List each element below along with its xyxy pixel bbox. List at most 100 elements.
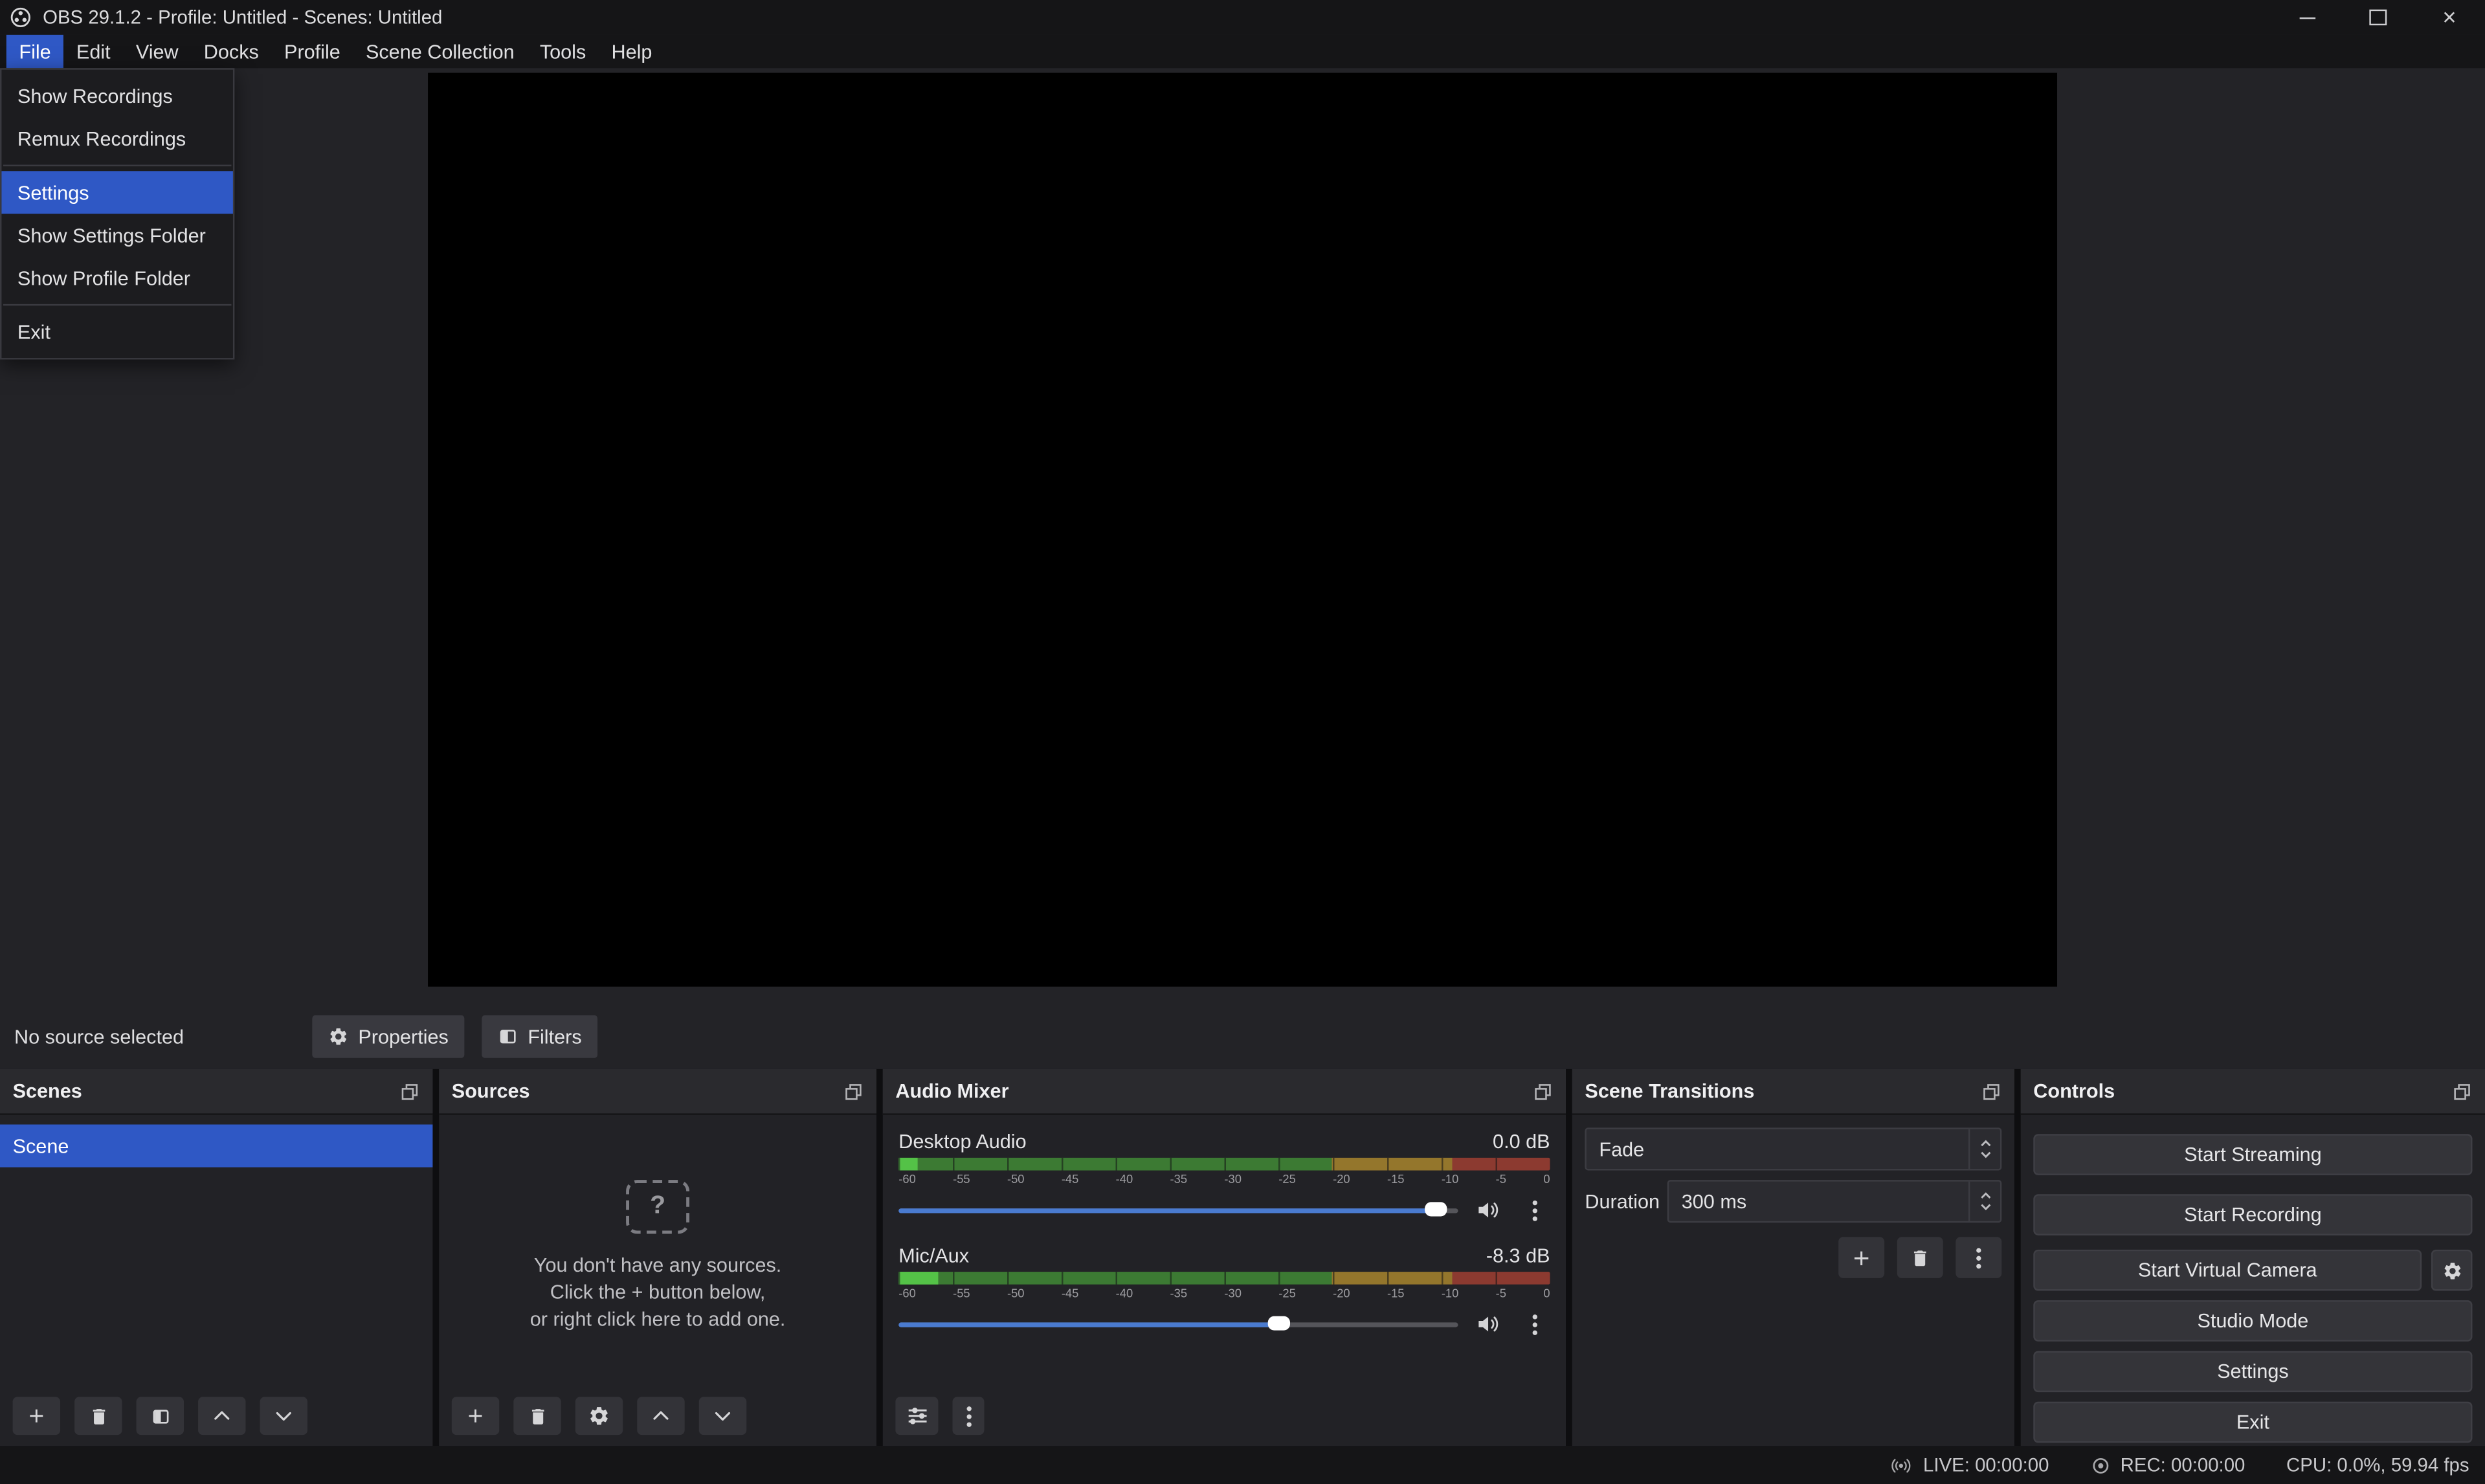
file-menu-item-show-recordings[interactable]: Show Recordings	[1, 74, 232, 117]
remove-source-button[interactable]	[513, 1397, 561, 1435]
sources-empty-area[interactable]: ? You don't have any sources. Click the …	[439, 1115, 876, 1397]
start-streaming-button[interactable]: Start Streaming	[2033, 1134, 2472, 1175]
mute-button[interactable]	[1473, 1308, 1504, 1340]
move-scene-up-button[interactable]	[198, 1397, 245, 1435]
add-scene-button[interactable]	[13, 1397, 60, 1435]
menu-item-docks[interactable]: Docks	[191, 35, 271, 68]
spin-down-button[interactable]	[1979, 1202, 1992, 1212]
start-virtual-camera-button[interactable]: Start Virtual Camera	[2033, 1250, 2422, 1291]
studio-mode-button[interactable]: Studio Mode	[2033, 1300, 2472, 1342]
vertical-dots-icon	[1976, 1255, 1981, 1259]
scene-transitions-panel-header[interactable]: Scene Transitions	[1572, 1069, 2014, 1115]
sources-panel-header[interactable]: Sources	[439, 1069, 876, 1115]
popout-icon	[399, 1081, 420, 1102]
minimize-button[interactable]	[2271, 0, 2343, 35]
scenes-toolbar	[0, 1397, 432, 1446]
tick-label: -55	[953, 1172, 970, 1186]
transition-menu-button[interactable]	[1956, 1237, 2001, 1278]
maximize-button[interactable]	[2343, 0, 2414, 35]
tick-label: -60	[898, 1172, 916, 1186]
tick-label: -30	[1224, 1286, 1242, 1300]
tick-label: -10	[1442, 1286, 1459, 1300]
plus-icon	[464, 1405, 486, 1427]
file-menu-item-remux-recordings[interactable]: Remux Recordings	[1, 117, 232, 160]
sources-empty-text: Click the + button below,	[550, 1279, 766, 1306]
slider-handle[interactable]	[1425, 1202, 1447, 1216]
slider-handle[interactable]	[1268, 1316, 1290, 1331]
popout-icon	[2452, 1081, 2473, 1102]
mixer-channel-desktop-audio: Desktop Audio 0.0 dB -60-55-50-45-40-35-…	[898, 1127, 1550, 1224]
panel-title: Audio Mixer	[895, 1080, 1008, 1102]
mixer-channel-mic-aux: Mic/Aux -8.3 dB -60-55-50-45-40-35-30-25…	[898, 1242, 1550, 1338]
tick-label: -20	[1333, 1172, 1350, 1186]
volume-meter	[898, 1158, 1550, 1171]
channel-menu-button[interactable]	[1519, 1308, 1550, 1340]
controls-panel: Controls Start Streaming Start Recording…	[2021, 1069, 2485, 1446]
scenes-panel-header[interactable]: Scenes	[0, 1069, 432, 1115]
duration-spinbox[interactable]: 300 ms	[1667, 1180, 2002, 1223]
mute-button[interactable]	[1473, 1194, 1504, 1226]
selected-source-bar: No source selected Properties Filters	[0, 1004, 2485, 1069]
tick-label: -25	[1278, 1286, 1296, 1300]
remove-scene-button[interactable]	[74, 1397, 122, 1435]
trash-icon	[88, 1406, 109, 1426]
scene-list-item[interactable]: Scene	[0, 1125, 432, 1168]
mixer-menu-button[interactable]	[952, 1397, 984, 1435]
advanced-audio-button[interactable]	[895, 1397, 938, 1435]
file-menu-item-show-profile-folder[interactable]: Show Profile Folder	[1, 256, 232, 299]
question-mark-icon: ?	[626, 1179, 689, 1233]
properties-button[interactable]: Properties	[312, 1015, 464, 1058]
add-transition-button[interactable]	[1838, 1237, 1884, 1278]
close-button[interactable]: ×	[2414, 0, 2485, 35]
channel-menu-button[interactable]	[1519, 1194, 1550, 1226]
audio-mixer-panel-header[interactable]: Audio Mixer	[883, 1069, 1566, 1115]
file-menu-item-exit[interactable]: Exit	[1, 311, 232, 353]
rec-icon	[2090, 1455, 2111, 1476]
menu-item-edit[interactable]: Edit	[63, 35, 123, 68]
preview-canvas[interactable]	[428, 73, 2057, 987]
chevron-up-icon	[211, 1405, 233, 1427]
audio-mixer-panel: Audio Mixer Desktop Audio 0.0 dB -60-55-…	[883, 1069, 1566, 1446]
window-title: OBS 29.1.2 - Profile: Untitled - Scenes:…	[43, 6, 442, 28]
filters-button[interactable]: Filters	[482, 1015, 597, 1058]
remove-transition-button[interactable]	[1897, 1237, 1943, 1278]
duration-label: Duration	[1585, 1190, 1667, 1212]
exit-button[interactable]: Exit	[2033, 1402, 2472, 1443]
scene-filters-button[interactable]	[137, 1397, 184, 1435]
move-source-up-button[interactable]	[637, 1397, 684, 1435]
plus-icon	[1849, 1246, 1873, 1270]
move-source-down-button[interactable]	[699, 1397, 746, 1435]
channel-name: Mic/Aux	[898, 1244, 969, 1266]
tick-label: -10	[1442, 1172, 1459, 1186]
scenes-panel: Scenes Scene	[0, 1069, 432, 1446]
menu-item-tools[interactable]: Tools	[527, 35, 599, 68]
volume-slider[interactable]	[898, 1196, 1458, 1224]
menu-item-scene-collection[interactable]: Scene Collection	[353, 35, 527, 68]
vertical-dots-icon	[1532, 1208, 1536, 1212]
volume-slider[interactable]	[898, 1310, 1458, 1338]
settings-button[interactable]: Settings	[2033, 1351, 2472, 1392]
menu-item-view[interactable]: View	[123, 35, 191, 68]
file-menu-item-settings[interactable]: Settings	[1, 171, 232, 214]
source-properties-button[interactable]	[575, 1397, 623, 1435]
vertical-dots-icon	[966, 1413, 970, 1418]
file-menu-item-show-settings-folder[interactable]: Show Settings Folder	[1, 214, 232, 256]
menu-item-help[interactable]: Help	[599, 35, 665, 68]
move-scene-down-button[interactable]	[260, 1397, 307, 1435]
window-controls: ×	[2271, 0, 2485, 35]
spin-up-button[interactable]	[1979, 1191, 1992, 1201]
virtual-camera-settings-button[interactable]	[2431, 1250, 2473, 1291]
rec-status: REC: 00:00:00	[2090, 1454, 2245, 1476]
status-bar: LIVE: 00:00:00 REC: 00:00:00 CPU: 0.0%, …	[0, 1446, 2485, 1484]
live-text: LIVE: 00:00:00	[1923, 1454, 2049, 1476]
controls-panel-header[interactable]: Controls	[2021, 1069, 2485, 1115]
source-status-text: No source selected	[14, 1004, 184, 1069]
gear-icon	[2442, 1260, 2462, 1281]
menu-item-file[interactable]: File	[6, 35, 64, 68]
meter-scale: -60-55-50-45-40-35-30-25-20-15-10-50	[898, 1286, 1550, 1300]
transition-select[interactable]: Fade	[1585, 1127, 2001, 1170]
add-source-button[interactable]	[452, 1397, 499, 1435]
start-recording-button[interactable]: Start Recording	[2033, 1194, 2472, 1235]
menu-item-profile[interactable]: Profile	[271, 35, 353, 68]
docks: Scenes Scene Sources	[0, 1069, 2485, 1446]
